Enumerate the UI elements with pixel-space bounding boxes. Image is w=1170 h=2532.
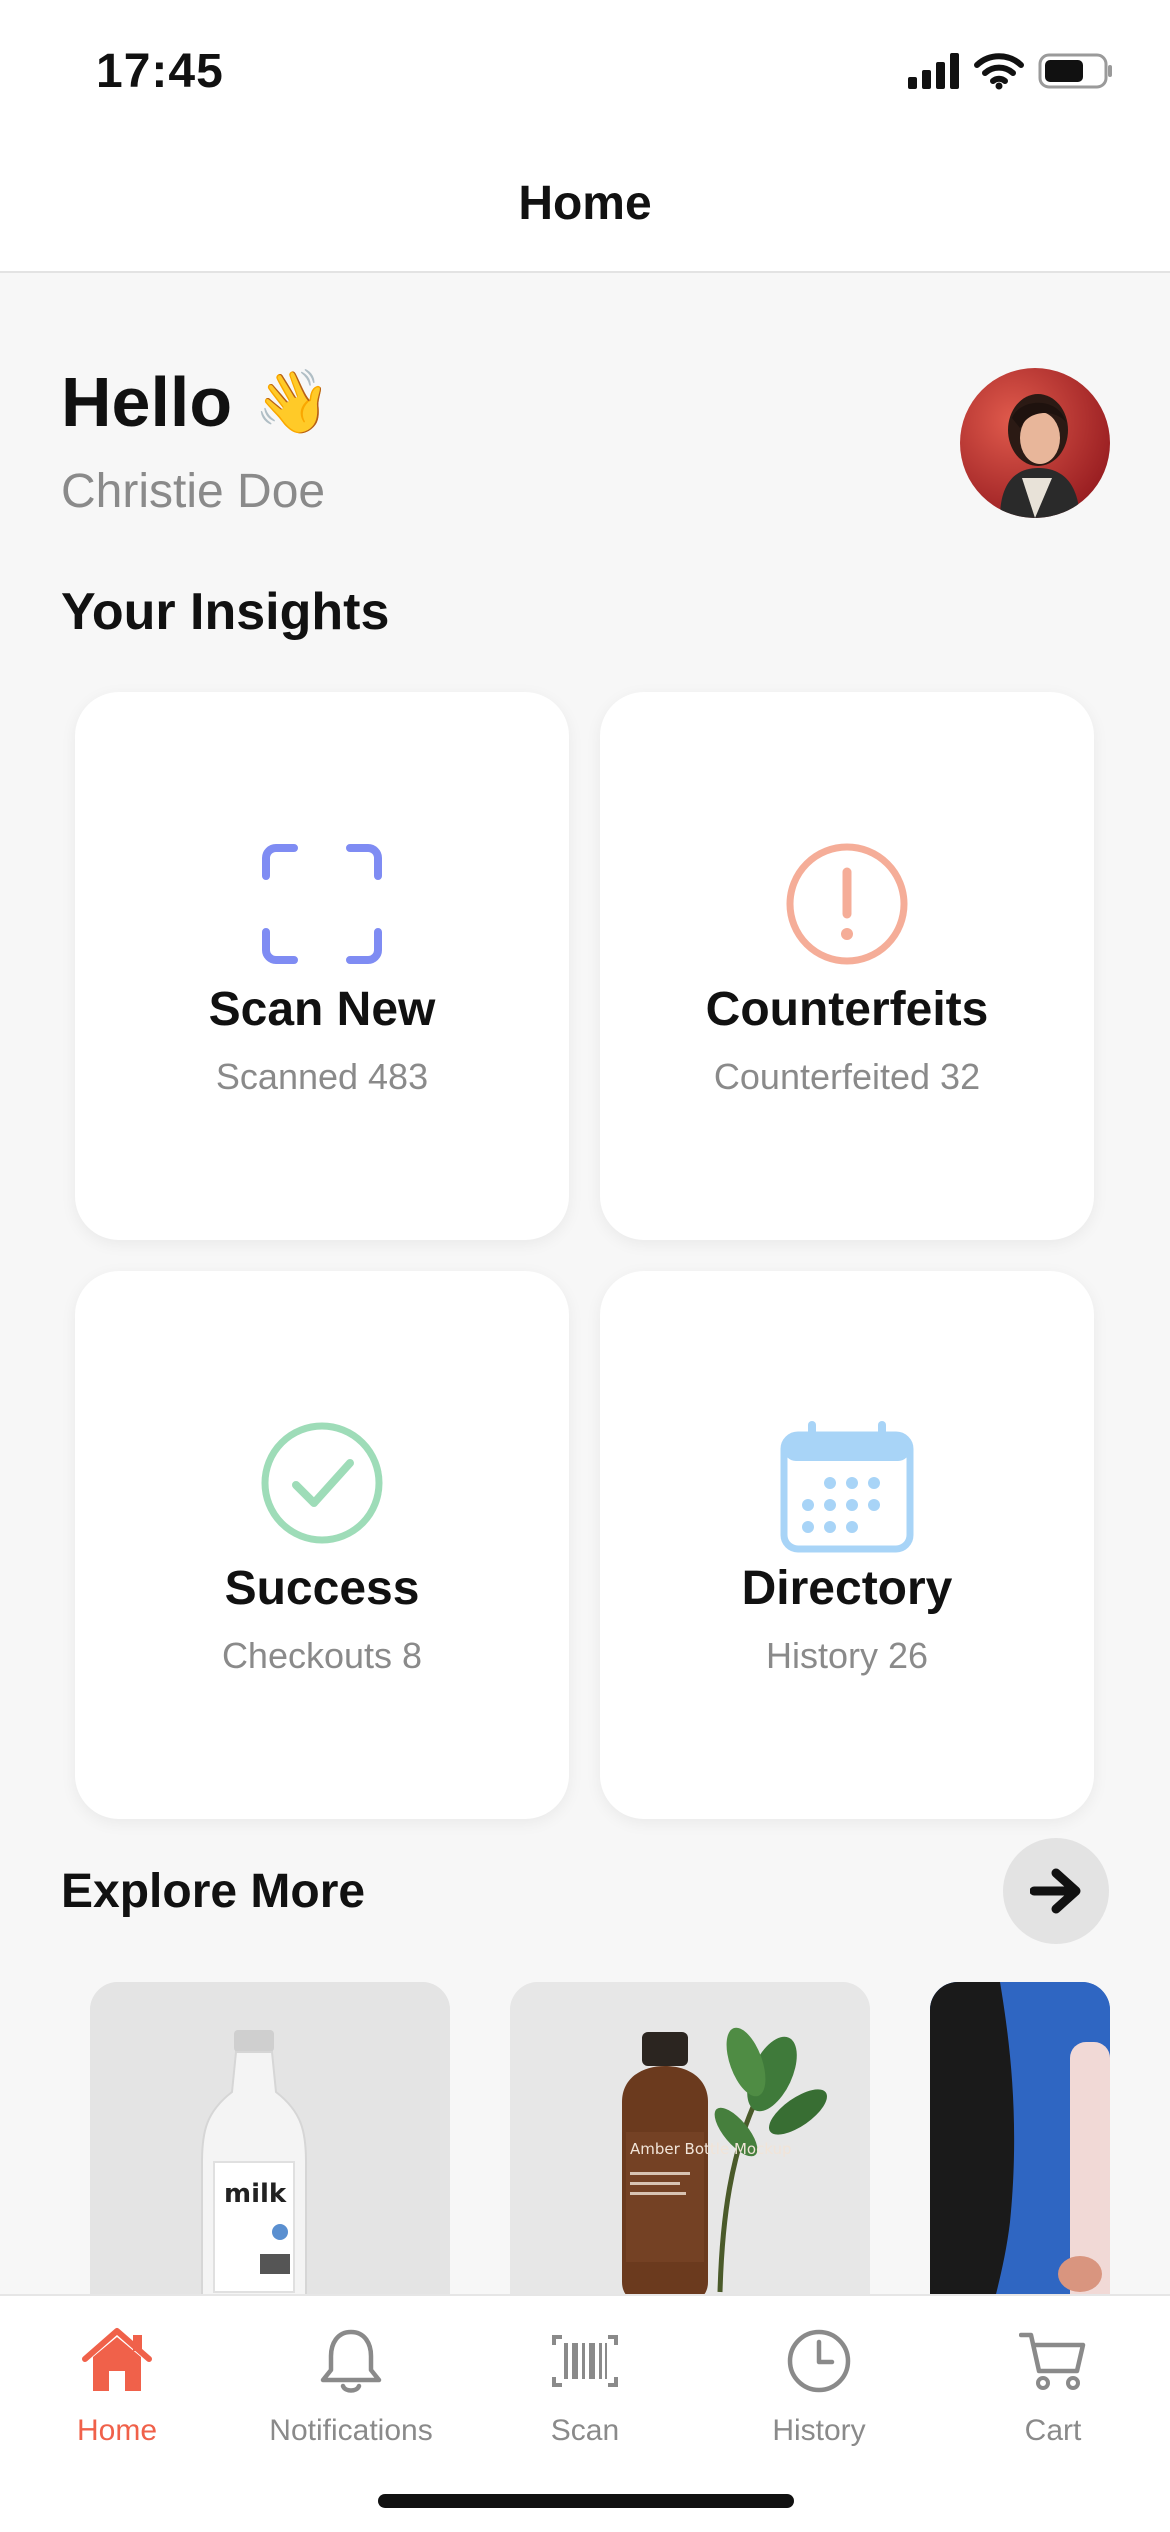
card-title: Directory <box>741 1562 953 1615</box>
card-subtitle: Counterfeited 32 <box>713 1056 981 1097</box>
card-title: Success <box>224 1562 420 1615</box>
explore-next-button[interactable] <box>1003 1838 1109 1944</box>
home-indicator <box>378 2494 794 2508</box>
avatar[interactable] <box>960 368 1110 518</box>
alert-circle-icon <box>786 843 908 965</box>
calendar-icon <box>780 1421 914 1553</box>
tab-scan[interactable]: Scan <box>468 2320 702 2448</box>
bell-icon <box>320 2329 382 2393</box>
scan-frame-icon <box>262 844 382 964</box>
check-circle-icon <box>261 1422 383 1544</box>
page-title: Home <box>518 177 652 230</box>
cart-icon <box>1019 2332 1086 2390</box>
directory-card[interactable]: Directory History 26 <box>600 1271 1094 1819</box>
tab-label: Notifications <box>269 2414 433 2447</box>
tab-home[interactable]: Home <box>0 2320 234 2448</box>
navigation-bar: Home <box>0 140 1170 273</box>
tab-notifications[interactable]: Notifications <box>234 2320 468 2448</box>
status-time: 17:45 <box>96 45 224 98</box>
card-subtitle: Scanned 483 <box>215 1056 429 1097</box>
wifi-icon <box>974 53 1024 90</box>
tab-history[interactable]: History <box>702 2320 936 2448</box>
tab-cart[interactable]: Cart <box>936 2320 1170 2448</box>
battery-icon <box>1038 53 1112 89</box>
insights-section-title: Your Insights <box>61 583 390 641</box>
avatar-photo <box>960 368 1110 518</box>
waving-hand-icon: 👋 <box>254 365 332 438</box>
user-name: Christie Doe <box>61 465 326 518</box>
counterfeits-card[interactable]: Counterfeits Counterfeited 32 <box>600 692 1094 1240</box>
amber-bottle-image: Amber Bottle Mockup <box>510 1982 870 2294</box>
arrow-right-icon <box>1030 1868 1081 1914</box>
signal-icon <box>908 53 959 89</box>
greeting-text: Hello <box>61 363 233 441</box>
card-subtitle: History 26 <box>765 1635 929 1676</box>
card-title: Counterfeits <box>705 983 989 1036</box>
tab-label: History <box>772 2414 866 2447</box>
explore-carousel[interactable]: milk Amber Bottle Mockup <box>0 1982 1110 2294</box>
explore-item-milk[interactable]: milk <box>90 1982 450 2294</box>
explore-section-title: Explore More <box>61 1865 366 1918</box>
tab-label: Cart <box>1024 2414 1082 2447</box>
tab-label: Scan <box>550 2414 620 2447</box>
third-explore-image <box>930 1982 1110 2294</box>
home-icon <box>82 2328 152 2391</box>
clock-icon <box>787 2329 851 2393</box>
card-subtitle: Checkouts 8 <box>221 1635 423 1676</box>
explore-item-third[interactable] <box>930 1982 1110 2294</box>
status-icons <box>908 52 1114 90</box>
barcode-icon <box>552 2335 618 2387</box>
scan-new-card[interactable]: Scan New Scanned 483 <box>75 692 569 1240</box>
card-title: Scan New <box>208 983 436 1036</box>
milk-label: milk <box>224 2179 287 2209</box>
greeting: Hello 👋 <box>61 362 331 442</box>
milk-bottle-image: milk <box>90 1982 450 2294</box>
amber-bottle-label: Amber Bottle Mockup <box>630 2140 792 2158</box>
explore-item-amber-bottle[interactable]: Amber Bottle Mockup <box>510 1982 870 2294</box>
tab-label: Home <box>76 2414 158 2447</box>
success-card[interactable]: Success Checkouts 8 <box>75 1271 569 1819</box>
status-bar: 17:45 <box>0 0 1170 140</box>
